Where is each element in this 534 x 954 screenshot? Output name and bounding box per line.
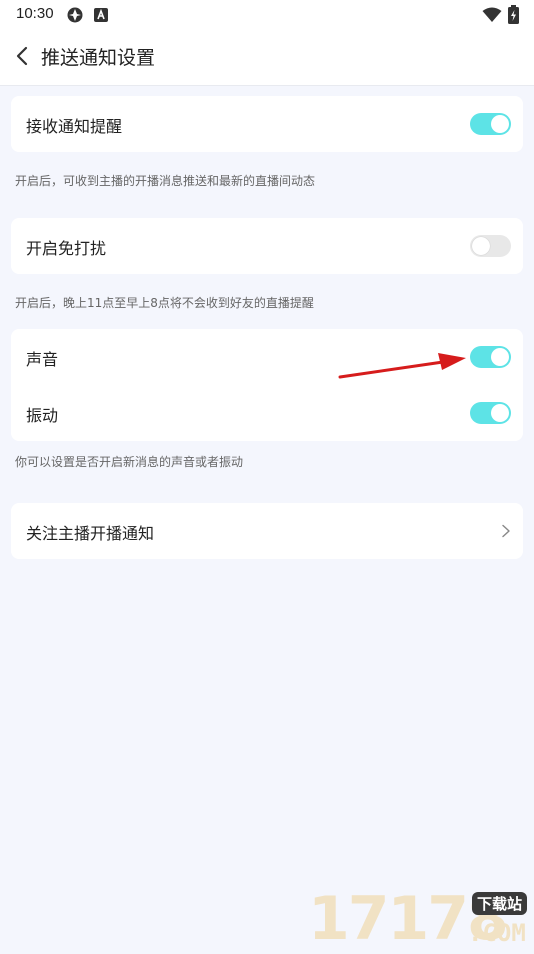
vibrate-row: 振动 [11, 385, 523, 441]
sound-label: 声音 [26, 350, 59, 369]
do-not-disturb-label: 开启免打扰 [26, 239, 107, 258]
sound-vibration-hint: 你可以设置是否开启新消息的声音或者振动 [15, 455, 244, 469]
toggle-knob [491, 348, 509, 366]
watermark-domain: .COM [468, 919, 526, 947]
back-arrow-icon[interactable] [12, 44, 34, 68]
vibrate-toggle[interactable] [470, 402, 511, 424]
do-not-disturb-card: 开启免打扰 [11, 218, 523, 274]
accessibility-icon [94, 8, 108, 22]
follow-anchor-card[interactable]: 关注主播开播通知 [11, 503, 523, 559]
sound-vibration-card: 声音 振动 [11, 329, 523, 441]
watermark-logo: 17178 下载站 .COM [308, 888, 534, 950]
follow-anchor-label: 关注主播开播通知 [26, 524, 155, 543]
receive-notifications-toggle[interactable] [470, 113, 511, 135]
page-title: 推送通知设置 [41, 47, 156, 69]
watermark-badge: 下载站 [472, 892, 528, 915]
chevron-right-icon [502, 524, 510, 538]
sound-row: 声音 [11, 329, 523, 385]
do-not-disturb-row: 开启免打扰 [11, 218, 523, 274]
status-bar: 10:30 [0, 0, 534, 30]
receive-notifications-hint: 开启后，可收到主播的开播消息推送和最新的直播间动态 [15, 174, 316, 188]
status-time: 10:30 [16, 5, 54, 22]
battery-charging-icon [508, 5, 519, 24]
app-header: 推送通知设置 [0, 30, 534, 86]
receive-notifications-label: 接收通知提醒 [26, 117, 123, 136]
do-not-disturb-toggle[interactable] [470, 235, 511, 257]
receive-notifications-row: 接收通知提醒 [11, 96, 523, 152]
toggle-knob [491, 115, 509, 133]
follow-anchor-row[interactable]: 关注主播开播通知 [11, 503, 523, 559]
vibrate-label: 振动 [26, 406, 59, 425]
sound-toggle[interactable] [470, 346, 511, 368]
receive-notifications-card: 接收通知提醒 [11, 96, 523, 152]
toggle-knob [472, 237, 490, 255]
wifi-icon [482, 7, 502, 22]
settings-sync-icon [67, 7, 83, 23]
toggle-knob [491, 404, 509, 422]
do-not-disturb-hint: 开启后，晚上11点至早上8点将不会收到好友的直播提醒 [15, 296, 314, 310]
